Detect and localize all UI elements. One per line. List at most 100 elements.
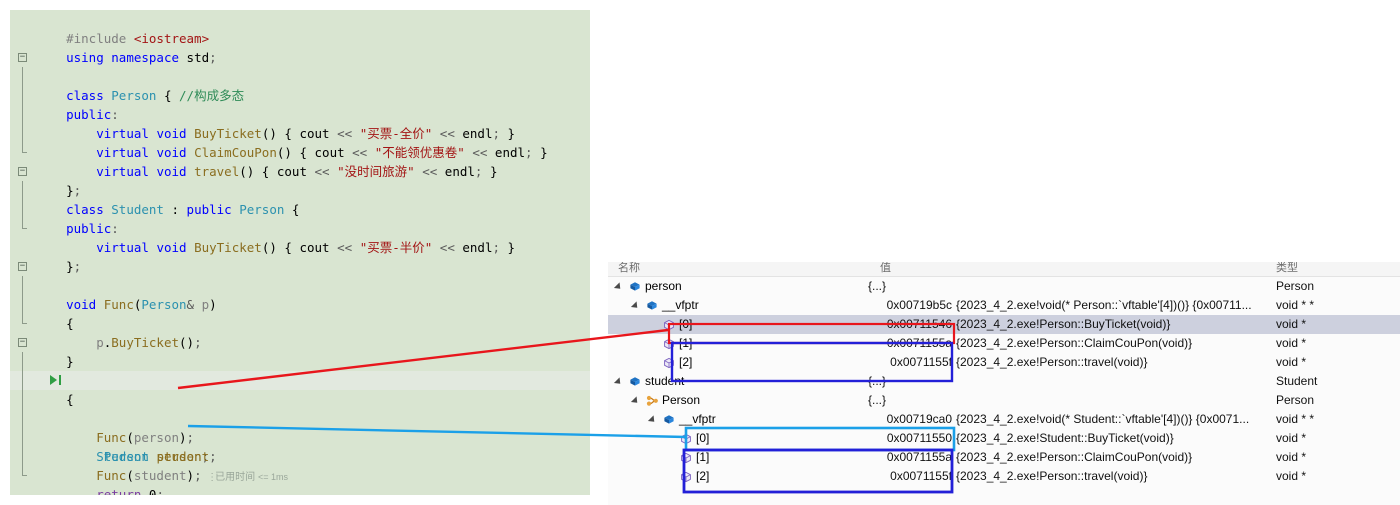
- watch-row[interactable]: person {...} Person: [608, 277, 1400, 296]
- debugger-watch-panel[interactable]: 名称 值 类型 person {...} Person __vfptr 0x00719b…: [608, 262, 1400, 505]
- watch-row-type: void * *: [1276, 298, 1315, 312]
- code-line[interactable]: #include <iostream>: [10, 10, 590, 46]
- collapse-toggle-func[interactable]: −: [18, 262, 27, 271]
- watch-row-value-desc: {2023_4_2.exe!Person::BuyTicket(void)}: [956, 317, 1171, 331]
- watch-row-name: Person: [662, 393, 701, 407]
- watch-row-value-desc: {2023_4_2.exe!void(* Student::`vftable'[…: [956, 412, 1250, 426]
- watch-row[interactable]: student {...} Student: [608, 372, 1400, 391]
- code-line[interactable]: using namespace std;: [10, 29, 590, 65]
- watch-row[interactable]: [1] 0x0071155a {2023_4_2.exe!Person::Claim…: [608, 334, 1400, 353]
- code-line[interactable]: Func(student); ⋮已用时间 <= 1ms: [10, 428, 590, 483]
- watch-row-address: 0x0071155a: [886, 450, 952, 464]
- code-line[interactable]: virtual void travel() { cout << "没时间旅游" …: [10, 124, 590, 179]
- code-line[interactable]: };: [10, 143, 590, 198]
- code-line[interactable]: }: [10, 314, 590, 369]
- fold-guide: [22, 295, 23, 314]
- kw-return: return: [96, 487, 142, 495]
- code-line[interactable]: p.BuyTicket();: [10, 295, 590, 350]
- watch-row[interactable]: [2] 0x0071155f {2023_4_2.exe!Person::trave…: [608, 353, 1400, 372]
- expander-icon[interactable]: [613, 377, 624, 387]
- watch-row-value[interactable]: 0x00719ca0 {2023_4_2.exe!void(* Student::…: [868, 410, 1250, 429]
- code-line[interactable]: virtual void ClaimCouPon() { cout << "不能…: [10, 105, 590, 160]
- watch-row-name: [2]: [696, 469, 710, 483]
- fold-guide: [22, 314, 27, 324]
- watch-row-type: void *: [1276, 450, 1307, 464]
- collapse-toggle-person[interactable]: −: [18, 53, 27, 62]
- watch-row-name: student: [645, 374, 685, 388]
- watch-row-name: [0]: [696, 431, 710, 445]
- watch-row-value[interactable]: {...}: [868, 372, 886, 391]
- fold-guide: [22, 371, 23, 390]
- run-to-cursor-icon[interactable]: [50, 375, 57, 385]
- watch-row-value[interactable]: 0x00719b5c {2023_4_2.exe!void(* Person::`…: [868, 296, 1252, 315]
- watch-row-value[interactable]: 0x0071155f {2023_4_2.exe!Person::travel(v…: [868, 353, 1147, 372]
- watch-row-name: [1]: [679, 336, 693, 350]
- watch-row-name: [2]: [679, 355, 693, 369]
- watch-row-address: 0x0071155a: [886, 336, 952, 350]
- code-line[interactable]: {: [10, 276, 590, 331]
- watch-row-address: 0x00711546: [886, 317, 952, 331]
- expander-icon[interactable]: [630, 396, 641, 406]
- watch-row-value[interactable]: 0x00711546 {2023_4_2.exe!Person::BuyTicke…: [868, 315, 1171, 334]
- code-line-blank[interactable]: [10, 238, 590, 257]
- fold-guide: [22, 352, 23, 371]
- watch-row-address: 0x0071155f: [890, 355, 952, 369]
- code-editor[interactable]: #include <iostream> using namespace std;…: [10, 10, 590, 495]
- code-line[interactable]: − class Person { //构成多态: [10, 48, 590, 103]
- watch-row-value[interactable]: 0x0071155f {2023_4_2.exe!Person::travel(v…: [868, 467, 1147, 486]
- watch-row-address: 0x0071155f: [890, 469, 952, 483]
- fold-guide: [22, 124, 23, 143]
- watch-row[interactable]: [2] 0x0071155f {2023_4_2.exe!Person::trave…: [608, 467, 1400, 486]
- code-line[interactable]: Student student;: [10, 409, 590, 464]
- watch-row-address: 0x00719b5c: [886, 298, 952, 312]
- watch-row[interactable]: Person {...} Person: [608, 391, 1400, 410]
- watch-row-type: Person: [1276, 279, 1315, 293]
- watch-row-value-desc: {2023_4_2.exe!Person::ClaimCouPon(void)}: [956, 336, 1193, 350]
- code-line[interactable]: − void Func(Person& p): [10, 257, 590, 312]
- expander-icon[interactable]: [647, 415, 658, 425]
- watch-row[interactable]: [1] 0x0071155a {2023_4_2.exe!Person::Claim…: [608, 448, 1400, 467]
- watch-row-name: [1]: [696, 450, 710, 464]
- column-header-value[interactable]: 值: [880, 262, 891, 275]
- element-icon: [663, 357, 675, 369]
- expander-icon[interactable]: [613, 282, 624, 292]
- column-header-type[interactable]: 类型: [1276, 262, 1298, 275]
- fold-guide: [22, 67, 23, 86]
- watch-row-type: void *: [1276, 355, 1307, 369]
- code-line[interactable]: Func(person);: [10, 390, 590, 445]
- code-line[interactable]: };: [10, 219, 590, 274]
- collapse-toggle-main[interactable]: −: [18, 338, 27, 347]
- watch-row-address: 0x00719ca0: [886, 412, 952, 426]
- code-line[interactable]: virtual void BuyTicket() { cout << "买票-全…: [10, 86, 590, 141]
- element-icon: [680, 471, 692, 483]
- code-line[interactable]: return 0;: [10, 447, 590, 495]
- code-line[interactable]: }: [10, 466, 590, 485]
- watch-row-value[interactable]: 0x0071155a {2023_4_2.exe!Person::ClaimCou…: [868, 448, 1192, 467]
- column-header-name[interactable]: 名称: [618, 262, 640, 275]
- watch-row[interactable]: [0] 0x00711550 {2023_4_2.exe!Student::BuyT…: [608, 429, 1400, 448]
- code-line[interactable]: virtual void BuyTicket() { cout << "买票-半…: [10, 200, 590, 255]
- watch-row[interactable]: [0] 0x00711546 {2023_4_2.exe!Person::BuyTi…: [608, 315, 1400, 334]
- watch-row[interactable]: __vfptr 0x00719ca0 {2023_4_2.exe!void(* St…: [608, 410, 1400, 429]
- watch-row-type: Student: [1276, 374, 1318, 388]
- fold-guide: [22, 466, 27, 476]
- watch-row-value[interactable]: {...}: [868, 391, 886, 410]
- code-line[interactable]: {: [10, 352, 590, 407]
- tok: [66, 487, 96, 495]
- code-line[interactable]: public:: [10, 181, 590, 236]
- watch-row-name: __vfptr: [662, 298, 699, 312]
- watch-row-value[interactable]: {...}: [868, 277, 886, 296]
- watch-row-value[interactable]: 0x00711550 {2023_4_2.exe!Student::BuyTick…: [868, 429, 1174, 448]
- collapse-toggle-student[interactable]: −: [18, 167, 27, 176]
- code-line-current[interactable]: Person person;: [10, 371, 590, 464]
- watch-row[interactable]: __vfptr 0x00719b5c {2023_4_2.exe!void(* Pe…: [608, 296, 1400, 315]
- code-line[interactable]: public:: [10, 67, 590, 122]
- watch-row-value[interactable]: 0x0071155a {2023_4_2.exe!Person::ClaimCou…: [868, 334, 1192, 353]
- code-line[interactable]: − int main(): [10, 333, 590, 388]
- element-icon: [680, 452, 692, 464]
- expander-icon[interactable]: [630, 301, 641, 311]
- watch-row-value-desc: {2023_4_2.exe!void(* Person::`vftable'[4…: [956, 298, 1252, 312]
- code-line[interactable]: − class Student : public Person {: [10, 162, 590, 217]
- watch-row-type: void * *: [1276, 412, 1315, 426]
- watch-row-list[interactable]: person {...} Person __vfptr 0x00719b5c {2023_…: [608, 277, 1400, 486]
